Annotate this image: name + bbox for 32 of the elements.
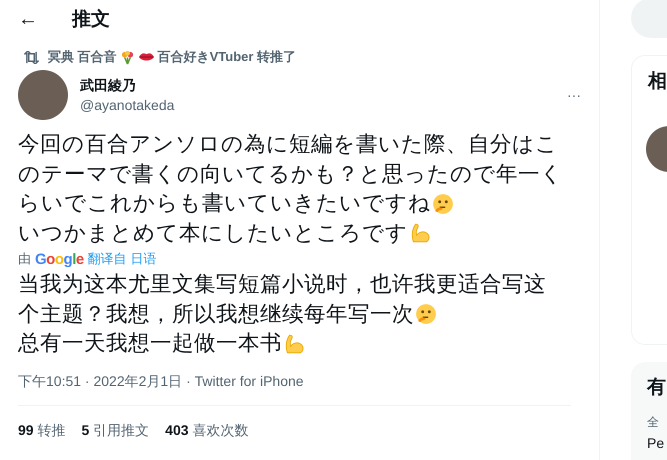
flexed-arm-icon (283, 332, 305, 355)
thinking-face-icon (415, 303, 437, 326)
more-button[interactable]: ··· (567, 87, 581, 103)
retweet-icon (24, 50, 39, 64)
trend-item[interactable]: Pe (647, 435, 667, 451)
tweet-stat[interactable]: 403 喜欢次数 (165, 422, 248, 440)
flower-bouquet-icon (120, 50, 135, 64)
tweet-timestamp[interactable]: 下午10:51 · 2022年2月1日 · Twitter for iPhone (18, 372, 571, 406)
tweet-stat[interactable]: 5 引用推文 (81, 422, 150, 440)
tweet-text-line: らいでこれからも書いていきたいですね (18, 190, 431, 217)
author-handle[interactable]: @ayanotakeda (80, 97, 567, 113)
translated-text-line: 当我为这本尤里文集写短篇小说时，也许我更适合写这 (18, 271, 546, 298)
translated-by-label: 由 (18, 250, 31, 268)
retweeted-by-text: 冥典 百合音 (48, 48, 117, 66)
tweet-text-line: いつかまとめて本にしたいところです (18, 220, 408, 246)
tweet-stat[interactable]: 99 转推 (18, 422, 66, 440)
tweet-text-line: 今回の百合アンソロの為に短編を書いた際、自分はこ (18, 131, 558, 158)
flexed-arm-icon (409, 222, 431, 244)
retweeted-by-text: 百合好きVTuber 转推了 (158, 48, 296, 66)
thinking-face-icon (432, 192, 454, 215)
translated-text-line: 个主题？我想，所以我想继续每年写一次 (18, 300, 414, 328)
lips-icon (138, 51, 155, 63)
trend-category: 全 (647, 414, 660, 431)
google-logo: Google (35, 250, 84, 268)
back-button[interactable]: ← (18, 8, 38, 30)
author-name[interactable]: 武田綾乃 (80, 77, 567, 95)
tweet-text-line: のテーマで書くの向いてるかも？と思ったので年一く (18, 160, 563, 188)
translated-text-line: 总有一天我想一起做一本书 (18, 330, 282, 357)
card-title: 相 (648, 70, 667, 94)
card-title: 有 (647, 376, 667, 400)
avatar[interactable] (18, 70, 68, 120)
page-title: 推文 (72, 8, 110, 32)
